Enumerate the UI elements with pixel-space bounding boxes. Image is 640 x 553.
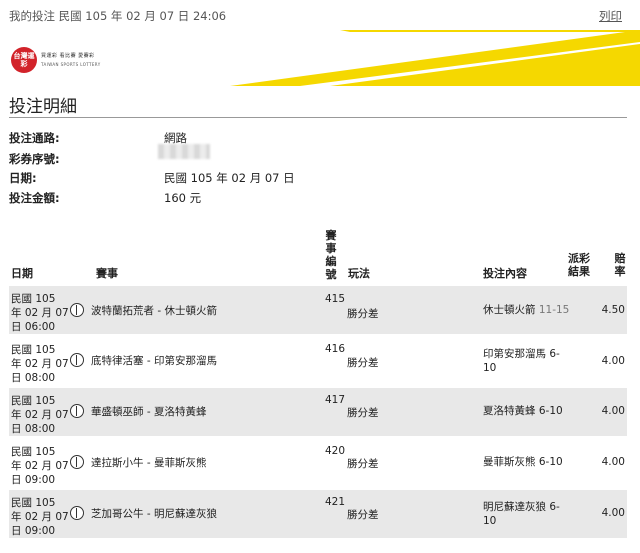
table-row: 民國 105 年 02 月 07 日 09:00 芝加哥公牛 - 明尼蘇達灰狼 … bbox=[9, 490, 627, 538]
row-event: 達拉斯小牛 - 曼菲斯灰熊 bbox=[91, 457, 207, 469]
row-num: 416 bbox=[325, 343, 346, 355]
basketball-icon bbox=[70, 455, 84, 469]
pick-team: 休士頓火箭 bbox=[483, 304, 536, 316]
header-event: 賽事 bbox=[96, 267, 118, 280]
basketball-icon bbox=[70, 353, 84, 367]
row-event: 底特律活塞 - 印第安那溜馬 bbox=[91, 355, 217, 367]
row-odds: 4.50 bbox=[601, 304, 625, 316]
table-row: 民國 105 年 02 月 07 日 06:00 波特蘭拓荒者 - 休士頓火箭 … bbox=[9, 286, 627, 334]
row-num: 415 bbox=[325, 293, 346, 305]
info-label: 日期: bbox=[9, 171, 37, 185]
row-date: 民國 105 年 02 月 07 日 09:00 bbox=[11, 446, 69, 486]
row-date: 民國 105 年 02 月 07 日 09:00 bbox=[11, 497, 69, 537]
row-event: 波特蘭拓荒者 - 休士頓火箭 bbox=[91, 305, 217, 317]
header-result: 派彩結果 bbox=[568, 252, 590, 278]
row-num: 420 bbox=[325, 445, 346, 457]
info-value: 民國 105 年 02 月 07 日 bbox=[164, 171, 295, 185]
row-num: 417 bbox=[325, 394, 346, 406]
table-row: 民國 105 年 02 月 07 日 08:00 華盛頓巫師 - 夏洛特黃蜂 4… bbox=[9, 388, 627, 436]
row-odds: 4.00 bbox=[601, 456, 625, 468]
row-pick: 明尼蘇達灰狼 6-10 bbox=[483, 500, 561, 528]
brand-tagline: 買運彩 看比賽 愛賽彩 bbox=[41, 53, 95, 59]
row-play: 勝分差 bbox=[347, 407, 379, 419]
row-play: 勝分差 bbox=[347, 509, 379, 521]
row-pick: 印第安那溜馬 6-10 bbox=[483, 347, 561, 375]
row-date: 民國 105 年 02 月 07 日 08:00 bbox=[11, 395, 69, 435]
header-date: 日期 bbox=[11, 267, 33, 280]
info-label: 投注通路: bbox=[9, 131, 60, 145]
page-header-title: 我的投注 民國 105 年 02 月 07 日 24:06 bbox=[9, 9, 227, 23]
info-label: 投注金額: bbox=[9, 191, 60, 205]
pick-score: 11-15 bbox=[538, 304, 570, 316]
row-date: 民國 105 年 02 月 07 日 06:00 bbox=[11, 293, 69, 333]
row-pick: 曼菲斯灰熊 6-10 bbox=[483, 455, 583, 469]
top-bar: 我的投注 民國 105 年 02 月 07 日 24:06 列印 bbox=[0, 0, 640, 30]
header-odds: 賠率 bbox=[614, 252, 626, 278]
pick-team: 明尼蘇達灰狼 bbox=[483, 501, 546, 513]
row-odds: 4.00 bbox=[601, 507, 625, 519]
basketball-icon bbox=[70, 404, 84, 418]
info-value: 160 元 bbox=[164, 191, 202, 205]
pick-team: 印第安那溜馬 bbox=[483, 348, 546, 360]
pick-team: 夏洛特黃蜂 bbox=[483, 405, 536, 417]
banner-stripes bbox=[230, 30, 640, 86]
basketball-icon bbox=[70, 303, 84, 317]
row-odds: 4.00 bbox=[601, 405, 625, 417]
brand-logo-text: 台灣運彩 bbox=[13, 52, 35, 68]
table-row: 民國 105 年 02 月 07 日 08:00 底特律活塞 - 印第安那溜馬 … bbox=[9, 337, 627, 385]
section-divider bbox=[9, 117, 627, 118]
header-play: 玩法 bbox=[348, 267, 370, 280]
brand-logo: 台灣運彩 bbox=[11, 47, 37, 73]
brand-subtitle: TAIWAN SPORTS LOTTERY bbox=[41, 62, 101, 67]
row-pick: 夏洛特黃蜂 6-10 bbox=[483, 404, 573, 418]
row-pick: 休士頓火箭 11-15 bbox=[483, 303, 573, 317]
row-play: 勝分差 bbox=[347, 458, 379, 470]
row-play: 勝分差 bbox=[347, 357, 379, 369]
row-date: 民國 105 年 02 月 07 日 08:00 bbox=[11, 344, 69, 384]
table-row: 民國 105 年 02 月 07 日 09:00 達拉斯小牛 - 曼菲斯灰熊 4… bbox=[9, 439, 627, 487]
row-event: 芝加哥公牛 - 明尼蘇達灰狼 bbox=[91, 508, 217, 520]
pick-team: 曼菲斯灰熊 bbox=[483, 456, 536, 468]
header-num: 賽事編號 bbox=[325, 229, 337, 281]
header-pick: 投注內容 bbox=[483, 267, 527, 280]
info-label: 彩券序號: bbox=[9, 152, 60, 166]
pick-score: 6-10 bbox=[538, 405, 563, 417]
basketball-icon bbox=[70, 506, 84, 520]
section-title: 投注明細 bbox=[9, 97, 77, 117]
row-event: 華盛頓巫師 - 夏洛特黃蜂 bbox=[91, 406, 207, 418]
brand-banner: 台灣運彩 買運彩 看比賽 愛賽彩 TAIWAN SPORTS LOTTERY bbox=[0, 30, 640, 86]
serial-redacted bbox=[158, 144, 210, 159]
row-odds: 4.00 bbox=[601, 355, 625, 367]
row-num: 421 bbox=[325, 496, 346, 508]
print-link[interactable]: 列印 bbox=[599, 8, 622, 24]
row-play: 勝分差 bbox=[347, 308, 379, 320]
pick-score: 6-10 bbox=[538, 456, 563, 468]
